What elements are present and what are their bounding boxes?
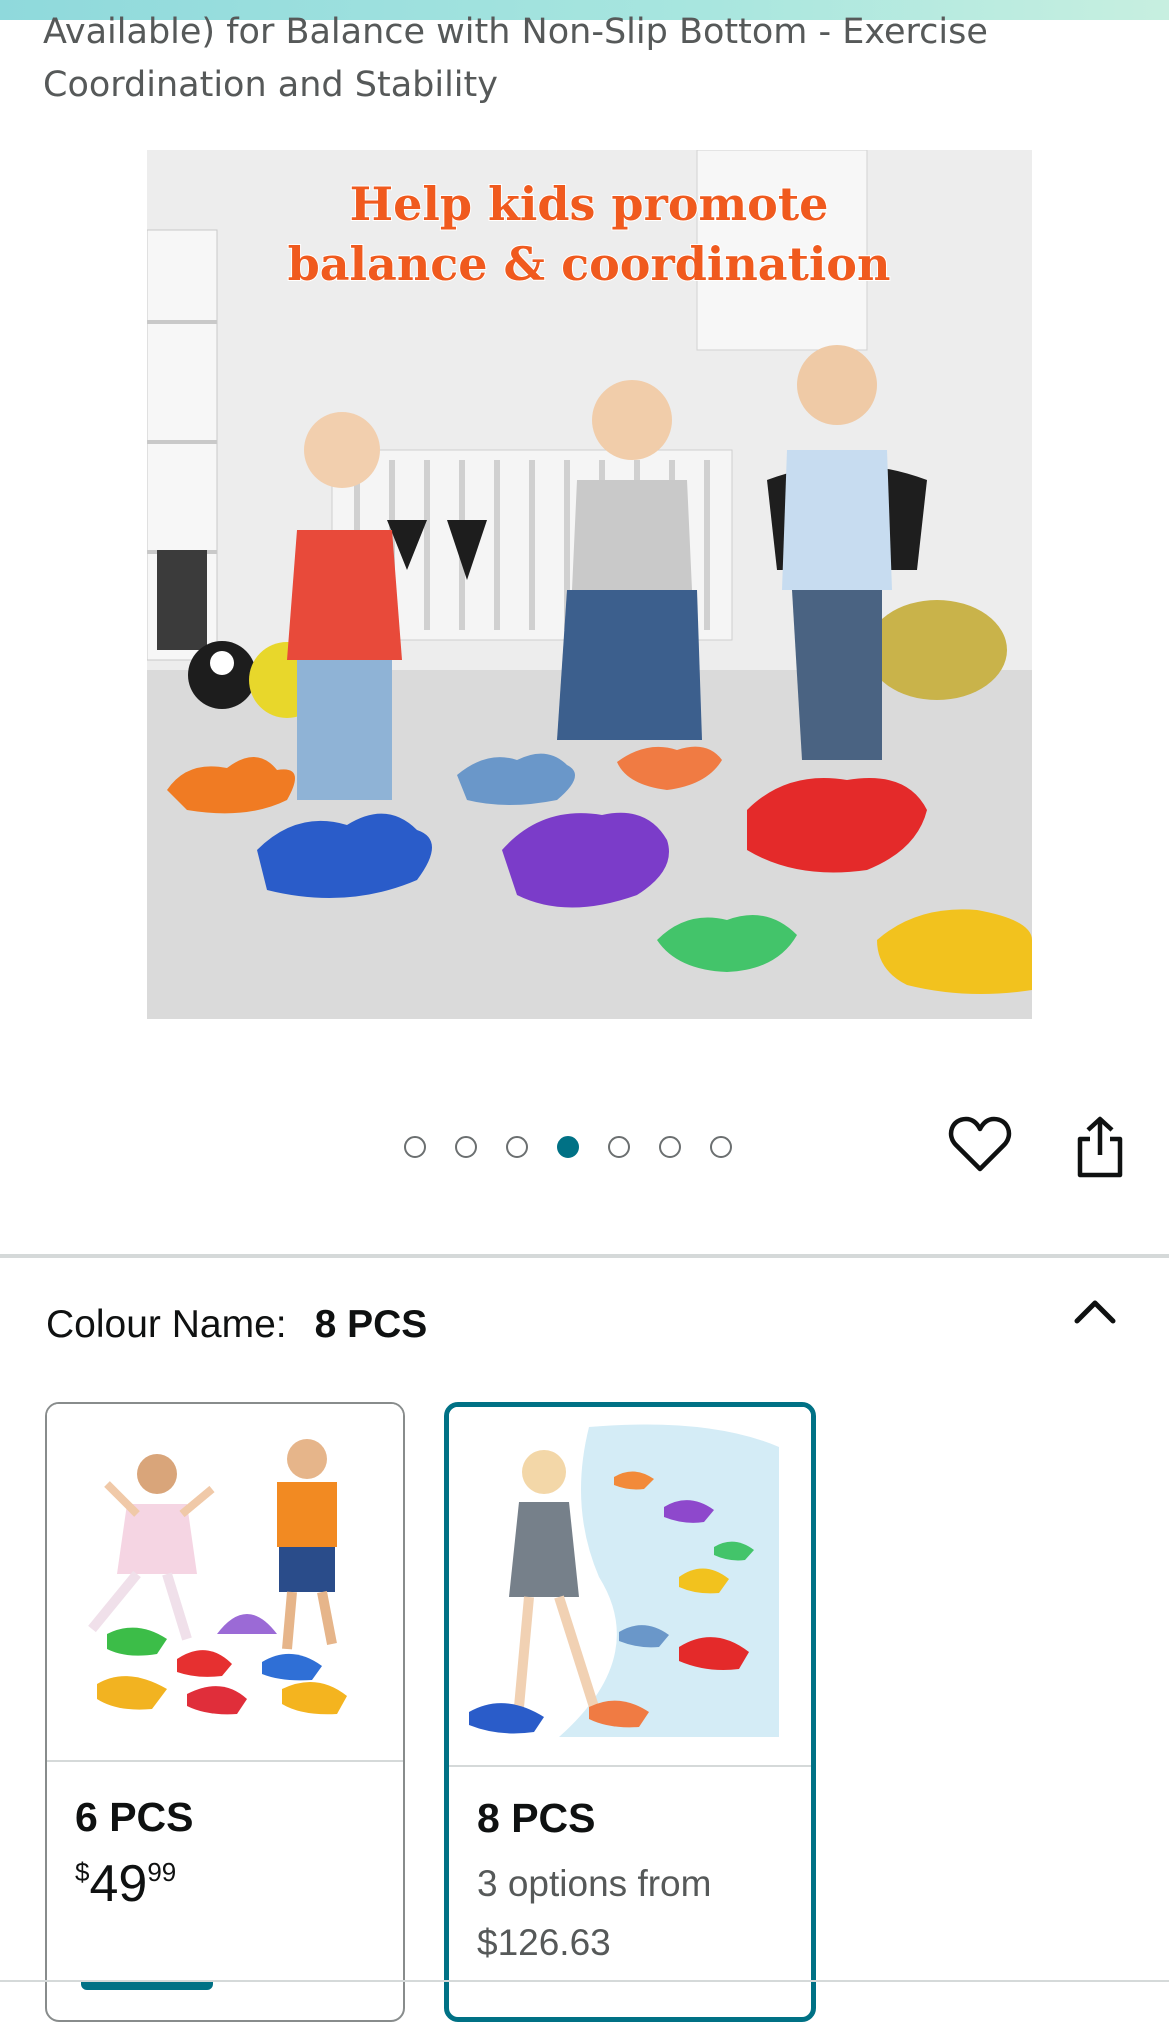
variation-option-name: 8 PCS (477, 1795, 596, 1841)
variation-thumbnail (449, 1407, 811, 1765)
variation-label: Colour Name: (46, 1303, 287, 1346)
carousel-dot[interactable] (455, 1136, 477, 1158)
carousel-dot-active[interactable] (557, 1136, 579, 1158)
variation-option-from-price: $126.63 (477, 1922, 611, 1963)
product-title: Available) for Balance with Non-Slip Bot… (43, 12, 988, 105)
carousel-dot[interactable] (404, 1136, 426, 1158)
variation-thumbnail (47, 1404, 403, 1760)
variation-option-name: 6 PCS (75, 1794, 194, 1840)
chevron-up-icon[interactable] (1072, 1295, 1118, 1331)
variation-option-8-pcs-selected[interactable]: 8 PCS 3 options from $126.63 (444, 1402, 816, 2022)
carousel-dot[interactable] (710, 1136, 732, 1158)
bottom-tab-indicator (81, 1982, 213, 1990)
variation-option-text: 3 options from (477, 1863, 712, 1904)
image-carousel-indicators[interactable] (404, 1133, 732, 1161)
carousel-dot[interactable] (608, 1136, 630, 1158)
variation-selected-value: 8 PCS (314, 1303, 428, 1346)
section-divider (0, 1254, 1169, 1258)
image-headline-line1: Help kids promote (350, 177, 829, 231)
carousel-dot[interactable] (659, 1136, 681, 1158)
heart-icon[interactable] (948, 1115, 1012, 1179)
variation-option-6-pcs[interactable]: 6 PCS $4999 (45, 1402, 405, 2022)
variation-option-price: $4999 (75, 1855, 177, 1913)
share-icon[interactable] (1074, 1115, 1126, 1183)
image-headline-line2: balance & coordination (288, 237, 891, 291)
swatch-separator (449, 1765, 811, 1767)
swatch-separator (47, 1760, 403, 1762)
variation-header: Colour Name: 8 PCS (46, 1300, 427, 1350)
carousel-dot[interactable] (506, 1136, 528, 1158)
product-main-image[interactable]: Help kids promote balance & coordination (147, 150, 1032, 1019)
